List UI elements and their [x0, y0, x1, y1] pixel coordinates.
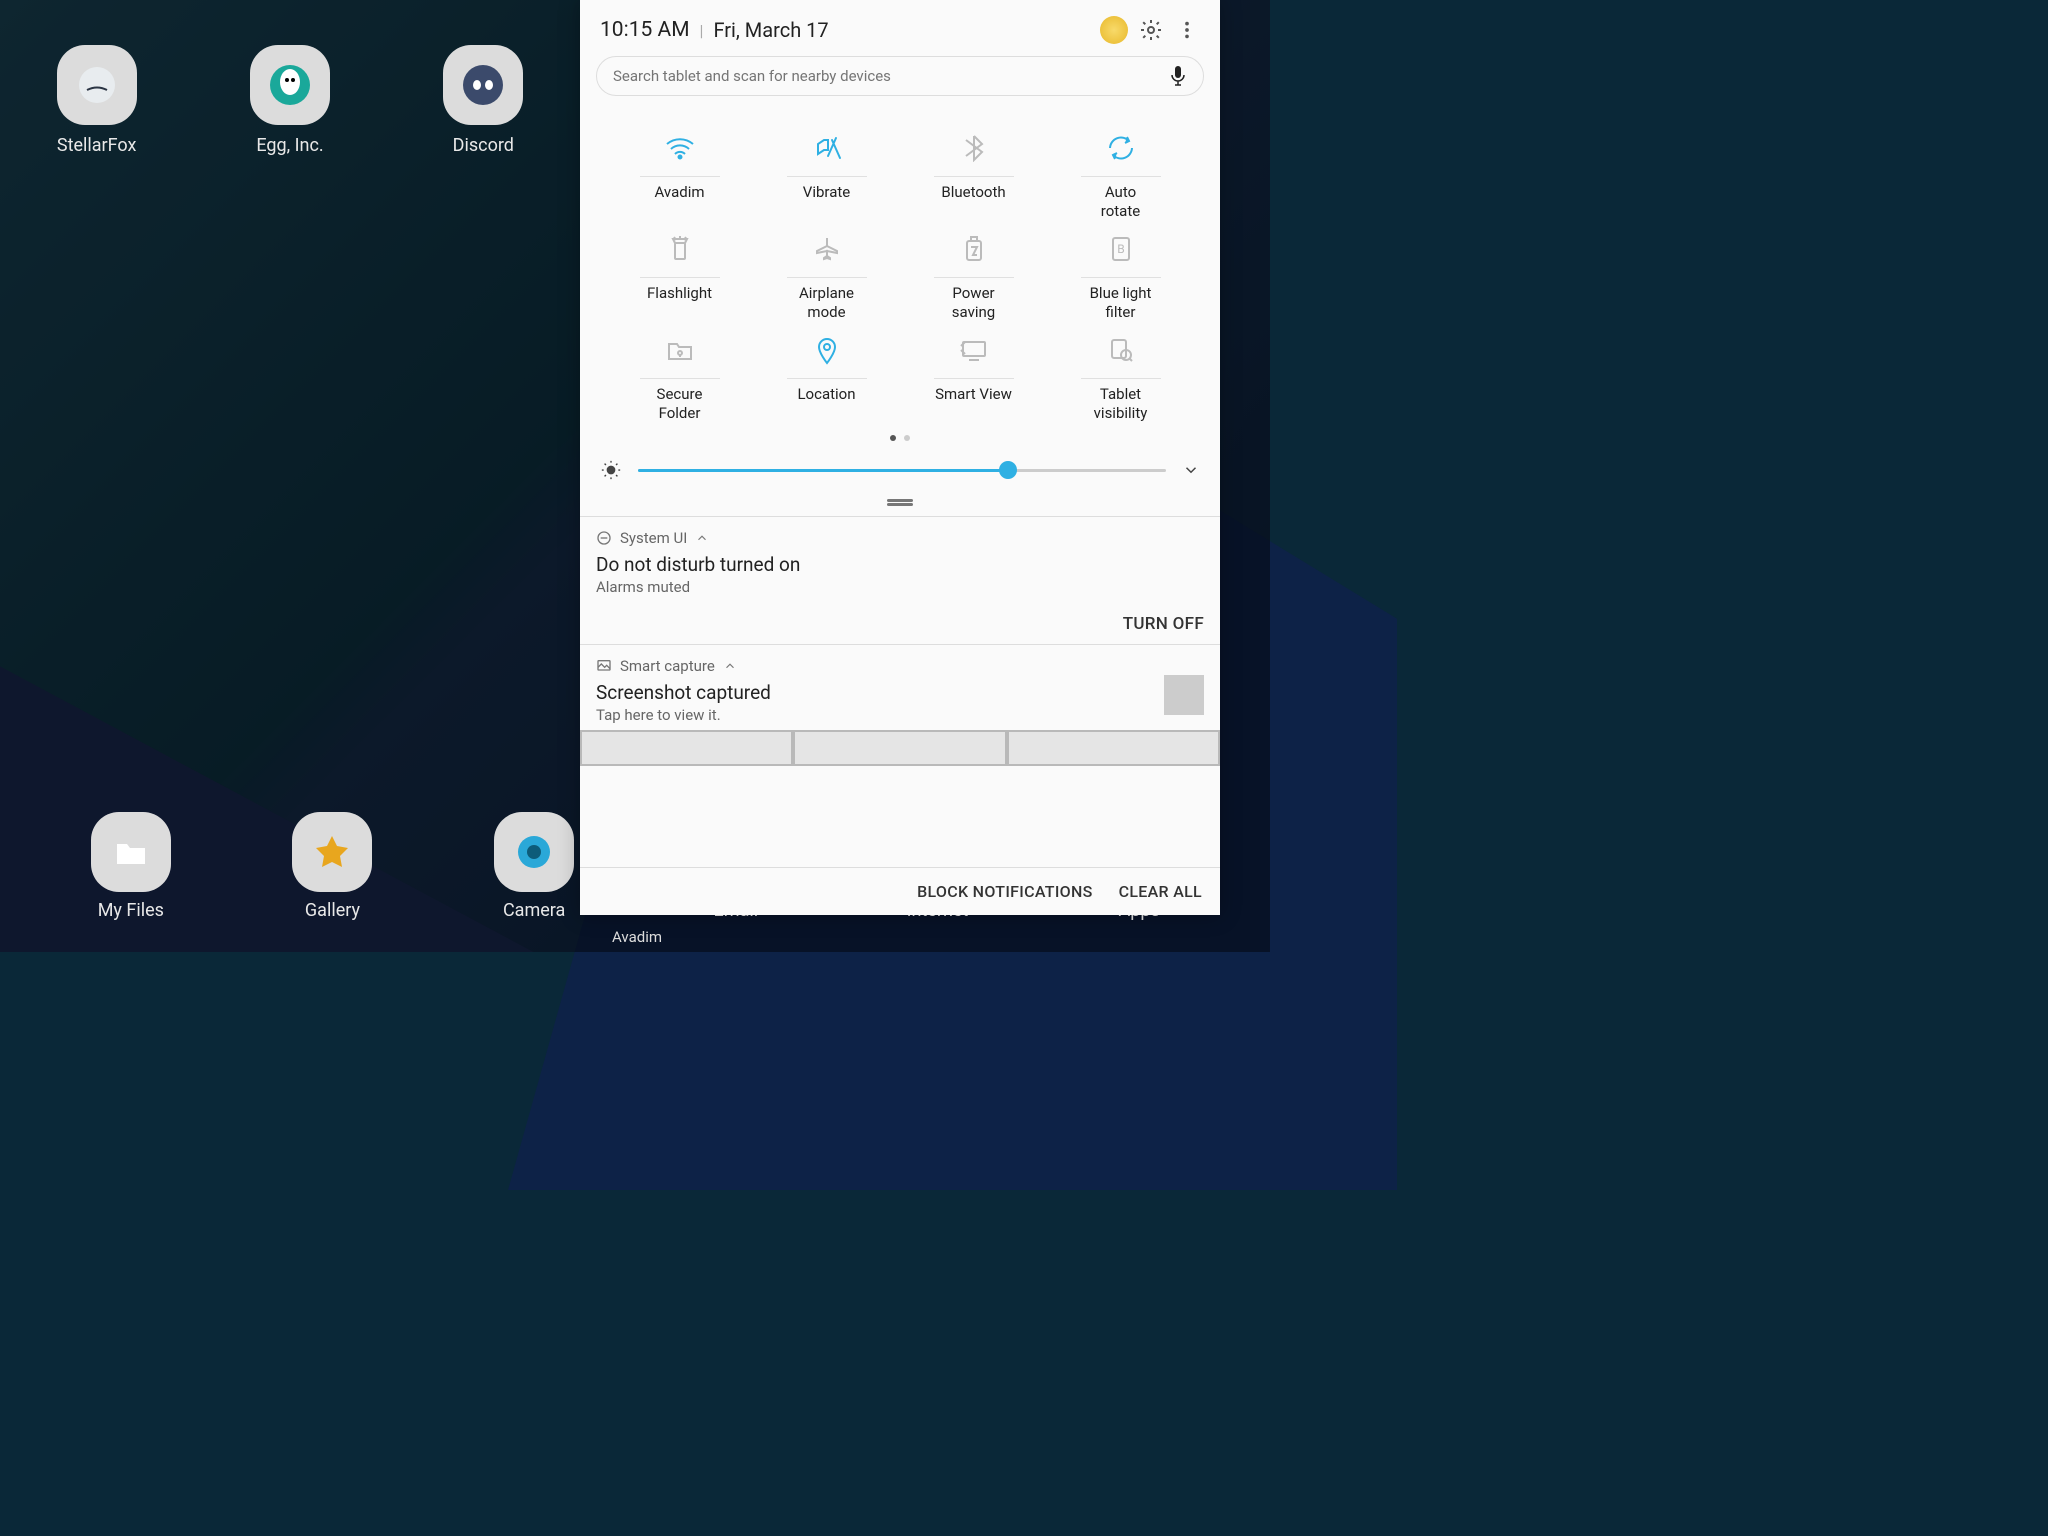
block-notifications-button[interactable]: BLOCK NOTIFICATIONS — [917, 882, 1093, 901]
notification-app-name: Smart capture — [620, 657, 715, 675]
airplane-icon — [813, 229, 841, 269]
notification-action-turn-off[interactable]: TURN OFF — [596, 614, 1204, 634]
clock-date: Fri, March 17 — [713, 18, 828, 42]
qs-label: Powersaving — [952, 284, 995, 322]
qs-tile-visibility[interactable]: Tabletvisibility — [1051, 330, 1190, 423]
qs-tile-power[interactable]: Powersaving — [904, 229, 1043, 322]
qs-tile-vibrate[interactable]: Vibrate — [757, 128, 896, 221]
gallery-icon — [292, 812, 372, 892]
qs-tile-rotate[interactable]: Autorotate — [1051, 128, 1190, 221]
page-indicator — [580, 435, 1220, 441]
settings-gear-icon[interactable] — [1138, 17, 1164, 43]
search-input[interactable] — [613, 67, 1169, 85]
wifi-icon — [665, 128, 695, 168]
qs-tile-location[interactable]: Location — [757, 330, 896, 423]
stellarfox-icon — [57, 45, 137, 125]
qs-label: Location — [797, 385, 855, 423]
notification-system-ui[interactable]: System UI Do not disturb turned on Alarm… — [580, 516, 1220, 644]
brightness-slider[interactable] — [580, 451, 1220, 495]
egg-icon — [250, 45, 330, 125]
brightness-expand-icon[interactable] — [1182, 461, 1200, 479]
page-dot-1 — [890, 435, 896, 441]
screenshot-thumbnail[interactable] — [1164, 675, 1204, 715]
dock-my-files[interactable]: My Files — [56, 812, 206, 921]
vibrate-icon — [812, 128, 842, 168]
qs-label: Vibrate — [803, 183, 850, 221]
notification-subtitle: Tap here to view it. — [596, 706, 1204, 724]
chevron-up-icon[interactable] — [695, 531, 709, 545]
app-egg-inc[interactable]: Egg, Inc. — [215, 45, 365, 156]
qs-label: Tabletvisibility — [1094, 385, 1148, 423]
qs-label: Smart View — [935, 385, 1012, 423]
app-label: Egg, Inc. — [256, 135, 323, 156]
qs-tile-smartview[interactable]: Smart View — [904, 330, 1043, 423]
flashlight-icon — [669, 229, 691, 269]
home-row: StellarFox Egg, Inc. Discord — [0, 45, 580, 156]
minus-circle-icon — [596, 530, 612, 546]
qs-tile-airplane[interactable]: Airplanemode — [757, 229, 896, 322]
files-icon — [91, 812, 171, 892]
qs-label: Airplanemode — [799, 284, 854, 322]
qs-tile-secure[interactable]: SecureFolder — [610, 330, 749, 423]
search-bar[interactable] — [596, 56, 1204, 96]
app-discord[interactable]: Discord — [408, 45, 558, 156]
brightness-icon — [600, 459, 622, 481]
status-bar-wifi: Avadim — [600, 922, 674, 952]
panel-header: 10:15 AM | Fri, March 17 — [580, 0, 1220, 56]
notification-app-name: System UI — [620, 529, 687, 547]
svg-text:B: B — [1117, 242, 1124, 256]
page-dot-2 — [904, 435, 910, 441]
more-menu-icon[interactable] — [1174, 17, 1200, 43]
location-icon — [816, 330, 838, 370]
mic-icon[interactable] — [1169, 65, 1187, 87]
separator: | — [700, 21, 704, 40]
qs-label: Bluetooth — [941, 183, 1005, 221]
qs-label: SecureFolder — [657, 385, 703, 423]
qs-tile-bluetooth[interactable]: Bluetooth — [904, 128, 1043, 221]
qs-tile-bluelight[interactable]: B Blue lightfilter — [1051, 229, 1190, 322]
panel-drag-handle[interactable] — [580, 495, 1220, 516]
brightness-track[interactable] — [638, 469, 1166, 472]
capture-preview-strip[interactable] — [580, 730, 1220, 766]
bluetooth-icon — [964, 128, 984, 168]
smartview-icon — [959, 330, 989, 370]
qs-label: Avadim — [655, 183, 705, 221]
qs-tile-wifi[interactable]: Avadim — [610, 128, 749, 221]
dock-label: My Files — [98, 900, 164, 921]
bluelight-icon: B — [1110, 229, 1132, 269]
chevron-up-icon[interactable] — [723, 659, 737, 673]
app-label: Discord — [453, 135, 514, 156]
panel-bottom-actions: BLOCK NOTIFICATIONS CLEAR ALL — [580, 867, 1220, 915]
notification-smart-capture[interactable]: Smart capture Screenshot captured Tap he… — [580, 644, 1220, 766]
camera-icon — [494, 812, 574, 892]
clear-all-button[interactable]: CLEAR ALL — [1119, 882, 1202, 901]
clock-time: 10:15 AM — [600, 18, 690, 42]
power-icon — [963, 229, 985, 269]
quick-settings-grid: Avadim Vibrate Bluetooth Autorotate Flashlig… — [580, 108, 1220, 423]
notification-title: Screenshot captured — [596, 681, 1204, 704]
qs-label: Flashlight — [647, 284, 712, 322]
image-icon — [596, 658, 612, 674]
dock-label: Gallery — [305, 900, 360, 921]
discord-icon — [443, 45, 523, 125]
visibility-icon — [1108, 330, 1134, 370]
notification-title: Do not disturb turned on — [596, 553, 1204, 576]
dock-gallery[interactable]: Gallery — [257, 812, 407, 921]
qs-tile-flashlight[interactable]: Flashlight — [610, 229, 749, 322]
notification-subtitle: Alarms muted — [596, 578, 1204, 596]
rotate-icon — [1106, 128, 1136, 168]
qs-label: Autorotate — [1101, 183, 1140, 221]
profile-coin-icon[interactable] — [1100, 16, 1128, 44]
notification-panel: 10:15 AM | Fri, March 17 Avadim Vibrate Bl… — [580, 0, 1220, 915]
secure-icon — [666, 330, 694, 370]
dock-label: Camera — [503, 900, 565, 921]
qs-label: Blue lightfilter — [1090, 284, 1152, 322]
app-stellarfox[interactable]: StellarFox — [22, 45, 172, 156]
app-label: StellarFox — [57, 135, 137, 156]
